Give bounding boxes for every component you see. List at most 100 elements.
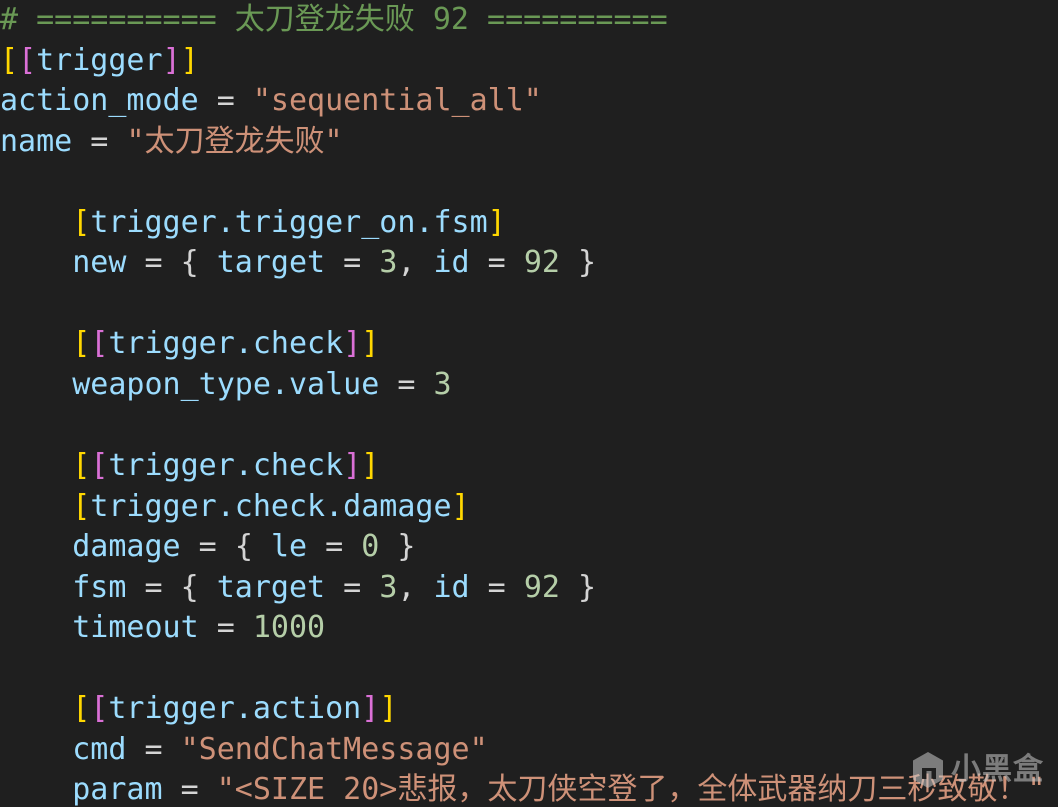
code-line-6: [trigger.trigger_on.fsm] bbox=[0, 203, 1058, 244]
bracket-outer-close: ] bbox=[379, 691, 398, 727]
key-token: timeout bbox=[72, 610, 199, 646]
assign-operator: = bbox=[126, 569, 181, 605]
bracket-outer-open: [ bbox=[72, 204, 91, 240]
assign-operator: = bbox=[325, 569, 380, 605]
table-name-token: trigger.check bbox=[108, 326, 344, 362]
assign-operator: = bbox=[72, 123, 127, 159]
bracket-inner-open: [ bbox=[18, 42, 37, 78]
bracket-outer-close: ] bbox=[487, 204, 506, 240]
code-line-5-blank bbox=[0, 162, 1058, 203]
bracket-inner-close: ] bbox=[343, 326, 362, 362]
code-line-18: [[trigger.action]] bbox=[0, 689, 1058, 730]
bracket-inner-close: ] bbox=[162, 42, 181, 78]
table-name-token: trigger.action bbox=[108, 691, 362, 727]
key-token: cmd bbox=[72, 731, 127, 767]
code-line-4: name = "太刀登龙失败" bbox=[0, 122, 1058, 163]
string-value-token: "太刀登龙失败" bbox=[126, 123, 343, 159]
number-value-token: 3 bbox=[433, 366, 452, 402]
assign-operator: = bbox=[469, 245, 524, 281]
brace-open: { bbox=[234, 529, 271, 565]
code-line-10: weapon_type.value = 3 bbox=[0, 365, 1058, 406]
code-line-8-blank bbox=[0, 284, 1058, 325]
inline-key-token: le bbox=[270, 529, 308, 565]
bracket-outer-close: ] bbox=[451, 488, 470, 524]
bracket-inner-close: ] bbox=[361, 691, 380, 727]
inline-key-token: id bbox=[433, 245, 470, 281]
code-line-3: action_mode = "sequential_all" bbox=[0, 81, 1058, 122]
table-name-token: trigger.trigger_on.fsm bbox=[90, 204, 488, 240]
key-token: weapon_type.value bbox=[72, 366, 380, 402]
code-line-1: # ========== 太刀登龙失败 92 ========== bbox=[0, 0, 1058, 41]
code-line-19: cmd = "SendChatMessage" bbox=[0, 730, 1058, 771]
number-value-token: 0 bbox=[361, 529, 380, 565]
code-editor-surface[interactable]: # ========== 太刀登龙失败 92 ========== [[trig… bbox=[0, 0, 1058, 807]
code-line-20: param = "<SIZE 20>悲报，太刀侠空登了，全体武器纳刀三秒致敬！" bbox=[0, 770, 1058, 807]
number-value-token: 92 bbox=[523, 245, 560, 281]
bracket-outer-open: [ bbox=[72, 488, 91, 524]
bracket-outer-open: [ bbox=[72, 691, 91, 727]
blank-token bbox=[0, 286, 18, 321]
bracket-inner-close: ] bbox=[343, 448, 362, 484]
key-token: param bbox=[72, 772, 163, 807]
table-name-token: trigger.check.damage bbox=[90, 488, 452, 524]
brace-close: } bbox=[379, 529, 416, 565]
bracket-outer-open: [ bbox=[72, 448, 91, 484]
assign-operator: = bbox=[162, 772, 217, 807]
bracket-inner-open: [ bbox=[90, 448, 109, 484]
code-line-16: timeout = 1000 bbox=[0, 608, 1058, 649]
comment-token: # ========== 太刀登龙失败 92 ========== bbox=[0, 2, 668, 37]
assign-operator: = bbox=[126, 245, 181, 281]
inline-key-token: target bbox=[216, 569, 326, 605]
assign-operator: = bbox=[198, 610, 253, 646]
bracket-outer-close: ] bbox=[361, 448, 380, 484]
blank-token bbox=[0, 651, 18, 686]
key-token: damage bbox=[72, 529, 181, 565]
brace-close: } bbox=[559, 569, 597, 605]
table-name-token: trigger bbox=[36, 42, 163, 78]
comma-separator: , bbox=[397, 245, 434, 281]
number-value-token: 92 bbox=[523, 569, 560, 605]
bracket-inner-open: [ bbox=[90, 326, 109, 362]
assign-operator: = bbox=[469, 569, 524, 605]
key-token: action_mode bbox=[0, 83, 199, 119]
code-line-11-blank bbox=[0, 405, 1058, 446]
brace-open: { bbox=[180, 569, 217, 605]
number-value-token: 1000 bbox=[252, 610, 326, 646]
brace-open: { bbox=[180, 245, 217, 281]
key-token: fsm bbox=[72, 569, 127, 605]
code-line-9: [[trigger.check]] bbox=[0, 324, 1058, 365]
assign-operator: = bbox=[126, 731, 181, 767]
code-line-7: new = { target = 3, id = 92 } bbox=[0, 243, 1058, 284]
code-line-15: fsm = { target = 3, id = 92 } bbox=[0, 568, 1058, 609]
inline-key-token: id bbox=[433, 569, 470, 605]
number-value-token: 3 bbox=[379, 245, 398, 281]
number-value-token: 3 bbox=[379, 569, 398, 605]
blank-token bbox=[0, 407, 18, 442]
code-line-14: damage = { le = 0 } bbox=[0, 527, 1058, 568]
code-line-17-blank bbox=[0, 649, 1058, 690]
brace-close: } bbox=[559, 245, 597, 281]
assign-operator: = bbox=[379, 366, 434, 402]
string-value-token: "sequential_all" bbox=[252, 83, 542, 119]
assign-operator: = bbox=[198, 83, 253, 119]
comma-separator: , bbox=[397, 569, 434, 605]
bracket-inner-open: [ bbox=[90, 691, 109, 727]
key-token: new bbox=[72, 245, 127, 281]
bracket-outer-open: [ bbox=[0, 42, 19, 78]
bracket-outer-close: ] bbox=[180, 42, 199, 78]
code-line-13: [trigger.check.damage] bbox=[0, 487, 1058, 528]
bracket-outer-close: ] bbox=[361, 326, 380, 362]
assign-operator: = bbox=[180, 529, 235, 565]
bracket-outer-open: [ bbox=[72, 326, 91, 362]
string-value-token: "<SIZE 20>悲报，太刀侠空登了，全体武器纳刀三秒致敬！" bbox=[216, 772, 1046, 807]
